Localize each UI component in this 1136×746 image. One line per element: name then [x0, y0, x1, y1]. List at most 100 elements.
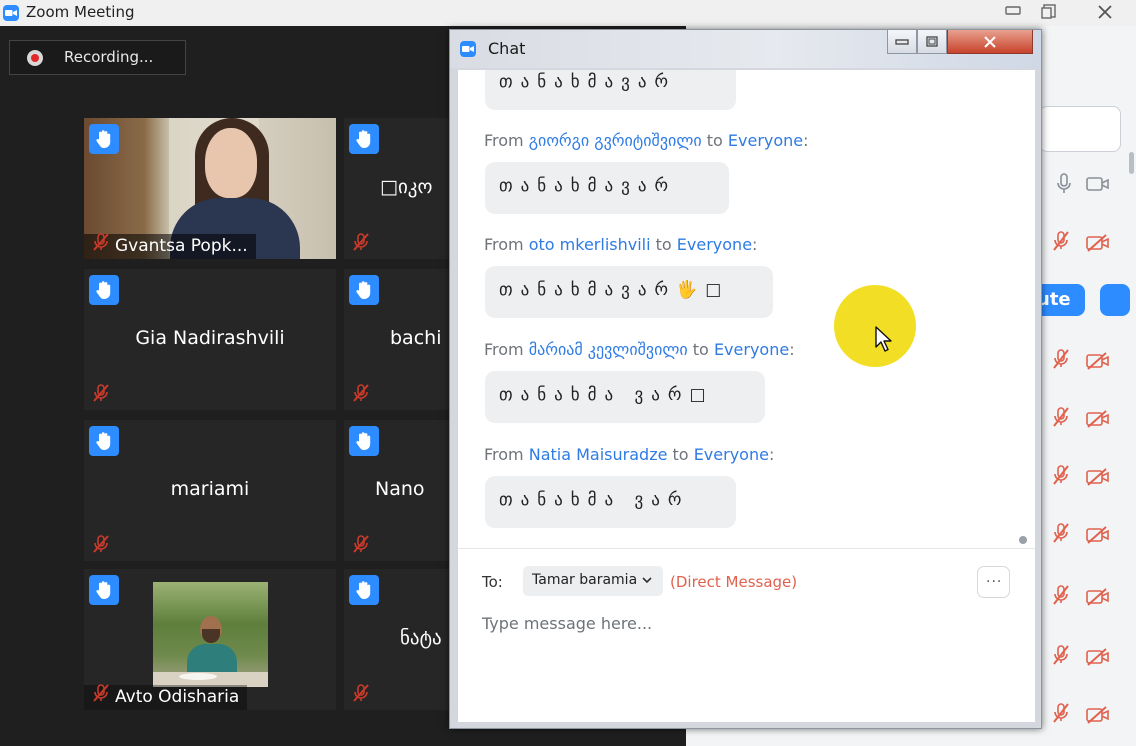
message-header: From მარიამ კევლიშვილი to Everyone: [484, 340, 795, 359]
maximize-button[interactable] [1032, 0, 1066, 22]
mic-off-icon [92, 683, 110, 703]
participant-tile[interactable]: Gia Nadirashvili [84, 269, 336, 410]
mic-off-icon [1053, 523, 1069, 543]
raised-hand-icon [89, 575, 119, 605]
video-off-icon [1086, 526, 1109, 544]
raised-hand-icon [349, 575, 379, 605]
video-off-icon [1086, 588, 1109, 606]
scrollbar-thumb[interactable] [1019, 536, 1027, 544]
minimize-icon [1005, 6, 1021, 15]
recording-label: Recording... [64, 48, 154, 66]
video-off-icon [1086, 706, 1109, 724]
raised-hand-icon [349, 275, 379, 305]
message-bubble: თანახმავარ [485, 162, 729, 214]
more-icon: ··· [986, 574, 1003, 590]
recipient-name[interactable]: Everyone [728, 131, 803, 150]
mic-off-icon [352, 232, 370, 252]
close-icon [1098, 5, 1112, 19]
participant-tile[interactable]: Avto Odisharia [84, 569, 336, 710]
recipient-select[interactable]: Tamar baramia [523, 566, 663, 596]
mic-off-icon [1053, 349, 1069, 369]
chevron-down-icon [642, 577, 652, 584]
maximize-icon [926, 36, 938, 47]
sender-name[interactable]: მარიამ კევლიშვილი [529, 340, 688, 359]
raised-hand-icon [89, 426, 119, 456]
participant-name: mariami [170, 478, 250, 500]
mic-off-icon [1053, 585, 1069, 605]
message-header: From Natia Maisuradze to Everyone: [484, 445, 775, 464]
recording-indicator[interactable]: Recording... [9, 40, 186, 75]
chat-minimize-button[interactable] [887, 30, 917, 54]
participant-name: Gia Nadirashvili [135, 327, 285, 349]
direct-message-label: (Direct Message) [670, 573, 798, 591]
message-header: From გიორგი გვრიტიშვილი to Everyone: [484, 131, 809, 150]
more-options-button[interactable] [1100, 284, 1130, 316]
chat-titlebar[interactable]: Chat [450, 30, 1041, 68]
message-bubble: თანახმა ვარ [485, 476, 736, 528]
mic-off-icon [352, 683, 370, 703]
message-bubble: თანახმავარ [485, 70, 736, 110]
zoom-logo-icon [3, 5, 19, 21]
chat-scrollbar[interactable] [1018, 72, 1027, 546]
raised-hand-icon [89, 275, 119, 305]
main-window-titlebar: Zoom Meeting [0, 0, 1136, 26]
chat-close-button[interactable] [947, 30, 1033, 54]
mic-off-icon [1053, 645, 1069, 665]
raised-hand-icon [349, 426, 379, 456]
restore-icon [1041, 4, 1056, 19]
message-bubble: თანახმავარ🖐□ [485, 266, 773, 318]
message-bubble: თანახმა ვარ□ [485, 371, 765, 423]
mic-off-icon [1053, 231, 1069, 251]
chat-panel: თანახმავარ From გიორგი გვრიტიშვილი to Ev… [458, 70, 1035, 722]
participant-video [153, 582, 268, 687]
video-off-icon [1086, 648, 1109, 666]
sender-name[interactable]: oto mkerlishvili [529, 235, 651, 254]
more-options-button[interactable]: ··· [977, 566, 1010, 598]
divider [458, 548, 1035, 549]
mic-off-icon [1053, 407, 1069, 427]
mic-off-icon [92, 534, 110, 554]
chat-maximize-button[interactable] [917, 30, 947, 54]
video-off-icon [1086, 234, 1109, 252]
video-off-icon [1086, 410, 1109, 428]
record-dot-icon [27, 50, 43, 66]
video-off-icon [1086, 468, 1109, 486]
video-off-icon [1086, 352, 1109, 370]
participant-name: bachi [390, 327, 442, 349]
participant-tile[interactable]: mariami [84, 420, 336, 561]
zoom-logo-icon [460, 41, 476, 57]
to-label: To: [482, 573, 503, 591]
mouse-cursor-icon [875, 326, 892, 352]
recipient-name[interactable]: Everyone [694, 445, 769, 464]
message-input[interactable] [482, 610, 1002, 636]
participant-name: □იკო [380, 176, 433, 198]
chat-window: Chat თანახმავარ From გიორგი გვრიტიშვილი … [449, 29, 1042, 729]
sender-name[interactable]: Natia Maisuradze [529, 445, 668, 464]
mic-off-icon [352, 383, 370, 403]
chat-title: Chat [488, 39, 526, 58]
raised-hand-icon [349, 124, 379, 154]
sender-name[interactable]: გიორგი გვრიტიშვილი [529, 131, 702, 150]
window-title: Zoom Meeting [26, 3, 135, 21]
participant-name: ნატა [400, 627, 442, 649]
participant-search-input[interactable] [1039, 106, 1121, 152]
participant-tile[interactable]: Gvantsa Popk... [84, 118, 336, 259]
mic-off-icon [92, 232, 110, 252]
minimize-icon [895, 39, 909, 45]
mic-off-icon [352, 534, 370, 554]
video-camera-icon [1086, 177, 1109, 191]
mic-off-icon [1053, 703, 1069, 723]
minimize-button[interactable] [996, 0, 1030, 22]
chat-messages[interactable]: თანახმავარ From გიორგი გვრიტიშვილი to Ev… [458, 70, 1030, 548]
close-button[interactable] [1078, 0, 1132, 22]
raised-hand-icon [89, 124, 119, 154]
mic-off-icon [92, 383, 110, 403]
close-icon [984, 36, 996, 48]
message-header: From oto mkerlishvili to Everyone: [484, 235, 758, 254]
microphone-icon [1057, 173, 1071, 193]
participant-name: Nano [375, 478, 425, 500]
recipient-name[interactable]: Everyone [677, 235, 752, 254]
mic-off-icon [1053, 465, 1069, 485]
recipient-name[interactable]: Everyone [714, 340, 789, 359]
scrollbar[interactable] [1129, 152, 1134, 174]
